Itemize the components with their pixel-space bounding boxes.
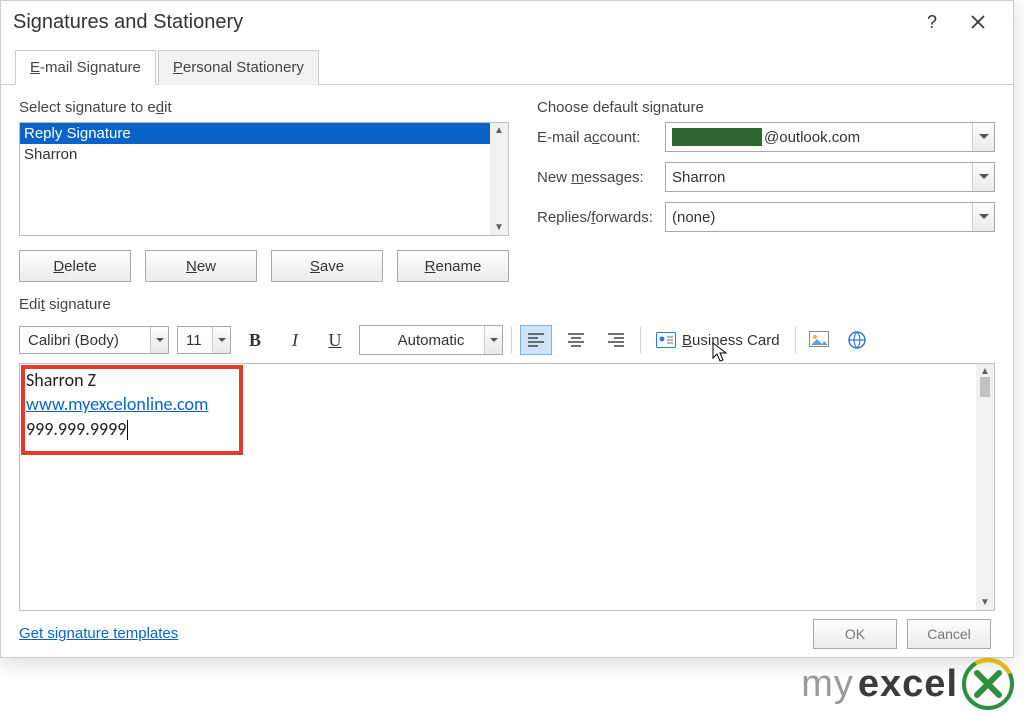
list-item[interactable]: Reply Signature: [20, 123, 490, 144]
scrollbar-thumb[interactable]: [980, 377, 990, 397]
chevron-down-icon: [484, 326, 502, 354]
tab-personal-stationery[interactable]: Personal Stationery: [158, 50, 319, 85]
cancel-button[interactable]: Cancel: [907, 619, 991, 649]
chevron-down-icon: [150, 327, 168, 353]
underline-button[interactable]: U: [319, 325, 351, 355]
rename-button[interactable]: Rename: [397, 250, 509, 282]
new-messages-select[interactable]: Sharron: [665, 162, 995, 192]
default-signature-heading: Choose default signature: [537, 99, 995, 116]
signature-link[interactable]: www.myexcelonline.com: [26, 393, 208, 415]
font-color-select[interactable]: Automatic: [359, 325, 503, 355]
email-account-select[interactable]: @outlook.com: [665, 122, 995, 152]
separator: [640, 327, 641, 353]
close-button[interactable]: [955, 2, 1001, 42]
listbox-scrollbar[interactable]: ▲▼: [490, 123, 508, 235]
tab-strip: E-mail Signature Personal Stationery: [1, 49, 1013, 85]
align-center-button[interactable]: [560, 325, 592, 355]
list-item[interactable]: Sharron: [20, 144, 490, 165]
chevron-down-icon: [972, 123, 994, 151]
save-button[interactable]: Save: [271, 250, 383, 282]
signature-editor[interactable]: Sharron Z www.myexcelonline.com 999.999.…: [20, 364, 976, 610]
dialog-title: Signatures and Stationery: [13, 11, 909, 34]
chevron-down-icon: [212, 327, 230, 353]
delete-button[interactable]: Delete: [19, 250, 131, 282]
insert-hyperlink-button[interactable]: [842, 325, 872, 355]
font-size-select[interactable]: 11: [177, 326, 231, 354]
editor-toolbar: Calibri (Body) 11 B I U Automatic: [19, 321, 995, 359]
business-card-button[interactable]: Business Card: [649, 325, 787, 355]
signature-line: 999.999.9999: [26, 417, 208, 441]
email-account-label: E-mail account:: [537, 129, 657, 146]
ok-button[interactable]: OK: [813, 619, 897, 649]
replies-forwards-select[interactable]: (none): [665, 202, 995, 232]
align-right-button[interactable]: [600, 325, 632, 355]
link-icon: [847, 330, 867, 350]
titlebar: Signatures and Stationery ?: [1, 1, 1013, 43]
separator: [795, 327, 796, 353]
signature-contents: Sharron Z www.myexcelonline.com 999.999.…: [26, 368, 208, 441]
text-cursor: [127, 420, 128, 440]
select-signature-label: Select signature to edit: [19, 99, 509, 116]
separator: [511, 327, 512, 353]
italic-button[interactable]: I: [279, 325, 311, 355]
email-account-suffix: @outlook.com: [764, 129, 860, 146]
chevron-down-icon: [972, 203, 994, 231]
bold-button[interactable]: B: [239, 325, 271, 355]
signature-line: Sharron Z: [26, 368, 208, 392]
replies-forwards-label: Replies/forwards:: [537, 209, 657, 226]
signatures-dialog: Signatures and Stationery ? E-mail Signa…: [0, 0, 1014, 658]
watermark-logo-icon: [962, 658, 1014, 710]
dialog-footer: OK Cancel: [813, 619, 991, 649]
signature-listbox[interactable]: Reply Signature Sharron ▲▼: [19, 122, 509, 236]
redacted-box: [672, 128, 762, 146]
business-card-icon: [656, 332, 676, 348]
watermark: myexcel: [801, 658, 1014, 710]
font-name-select[interactable]: Calibri (Body): [19, 326, 169, 354]
get-templates-link[interactable]: Get signature templates: [19, 625, 178, 642]
new-messages-label: New messages:: [537, 169, 657, 186]
editor-scrollbar[interactable]: ▲ ▼: [976, 364, 994, 610]
picture-icon: [809, 331, 829, 349]
chevron-down-icon: [972, 163, 994, 191]
tab-content: Select signature to edit Reply Signature…: [1, 85, 1013, 650]
edit-signature-label: Edit signature: [19, 296, 995, 313]
align-left-button[interactable]: [520, 325, 552, 355]
insert-picture-button[interactable]: [804, 325, 834, 355]
new-button[interactable]: New: [145, 250, 257, 282]
help-button[interactable]: ?: [909, 2, 955, 42]
tab-email-signature[interactable]: E-mail Signature: [15, 50, 156, 85]
signature-editor-wrap: Sharron Z www.myexcelonline.com 999.999.…: [19, 363, 995, 611]
